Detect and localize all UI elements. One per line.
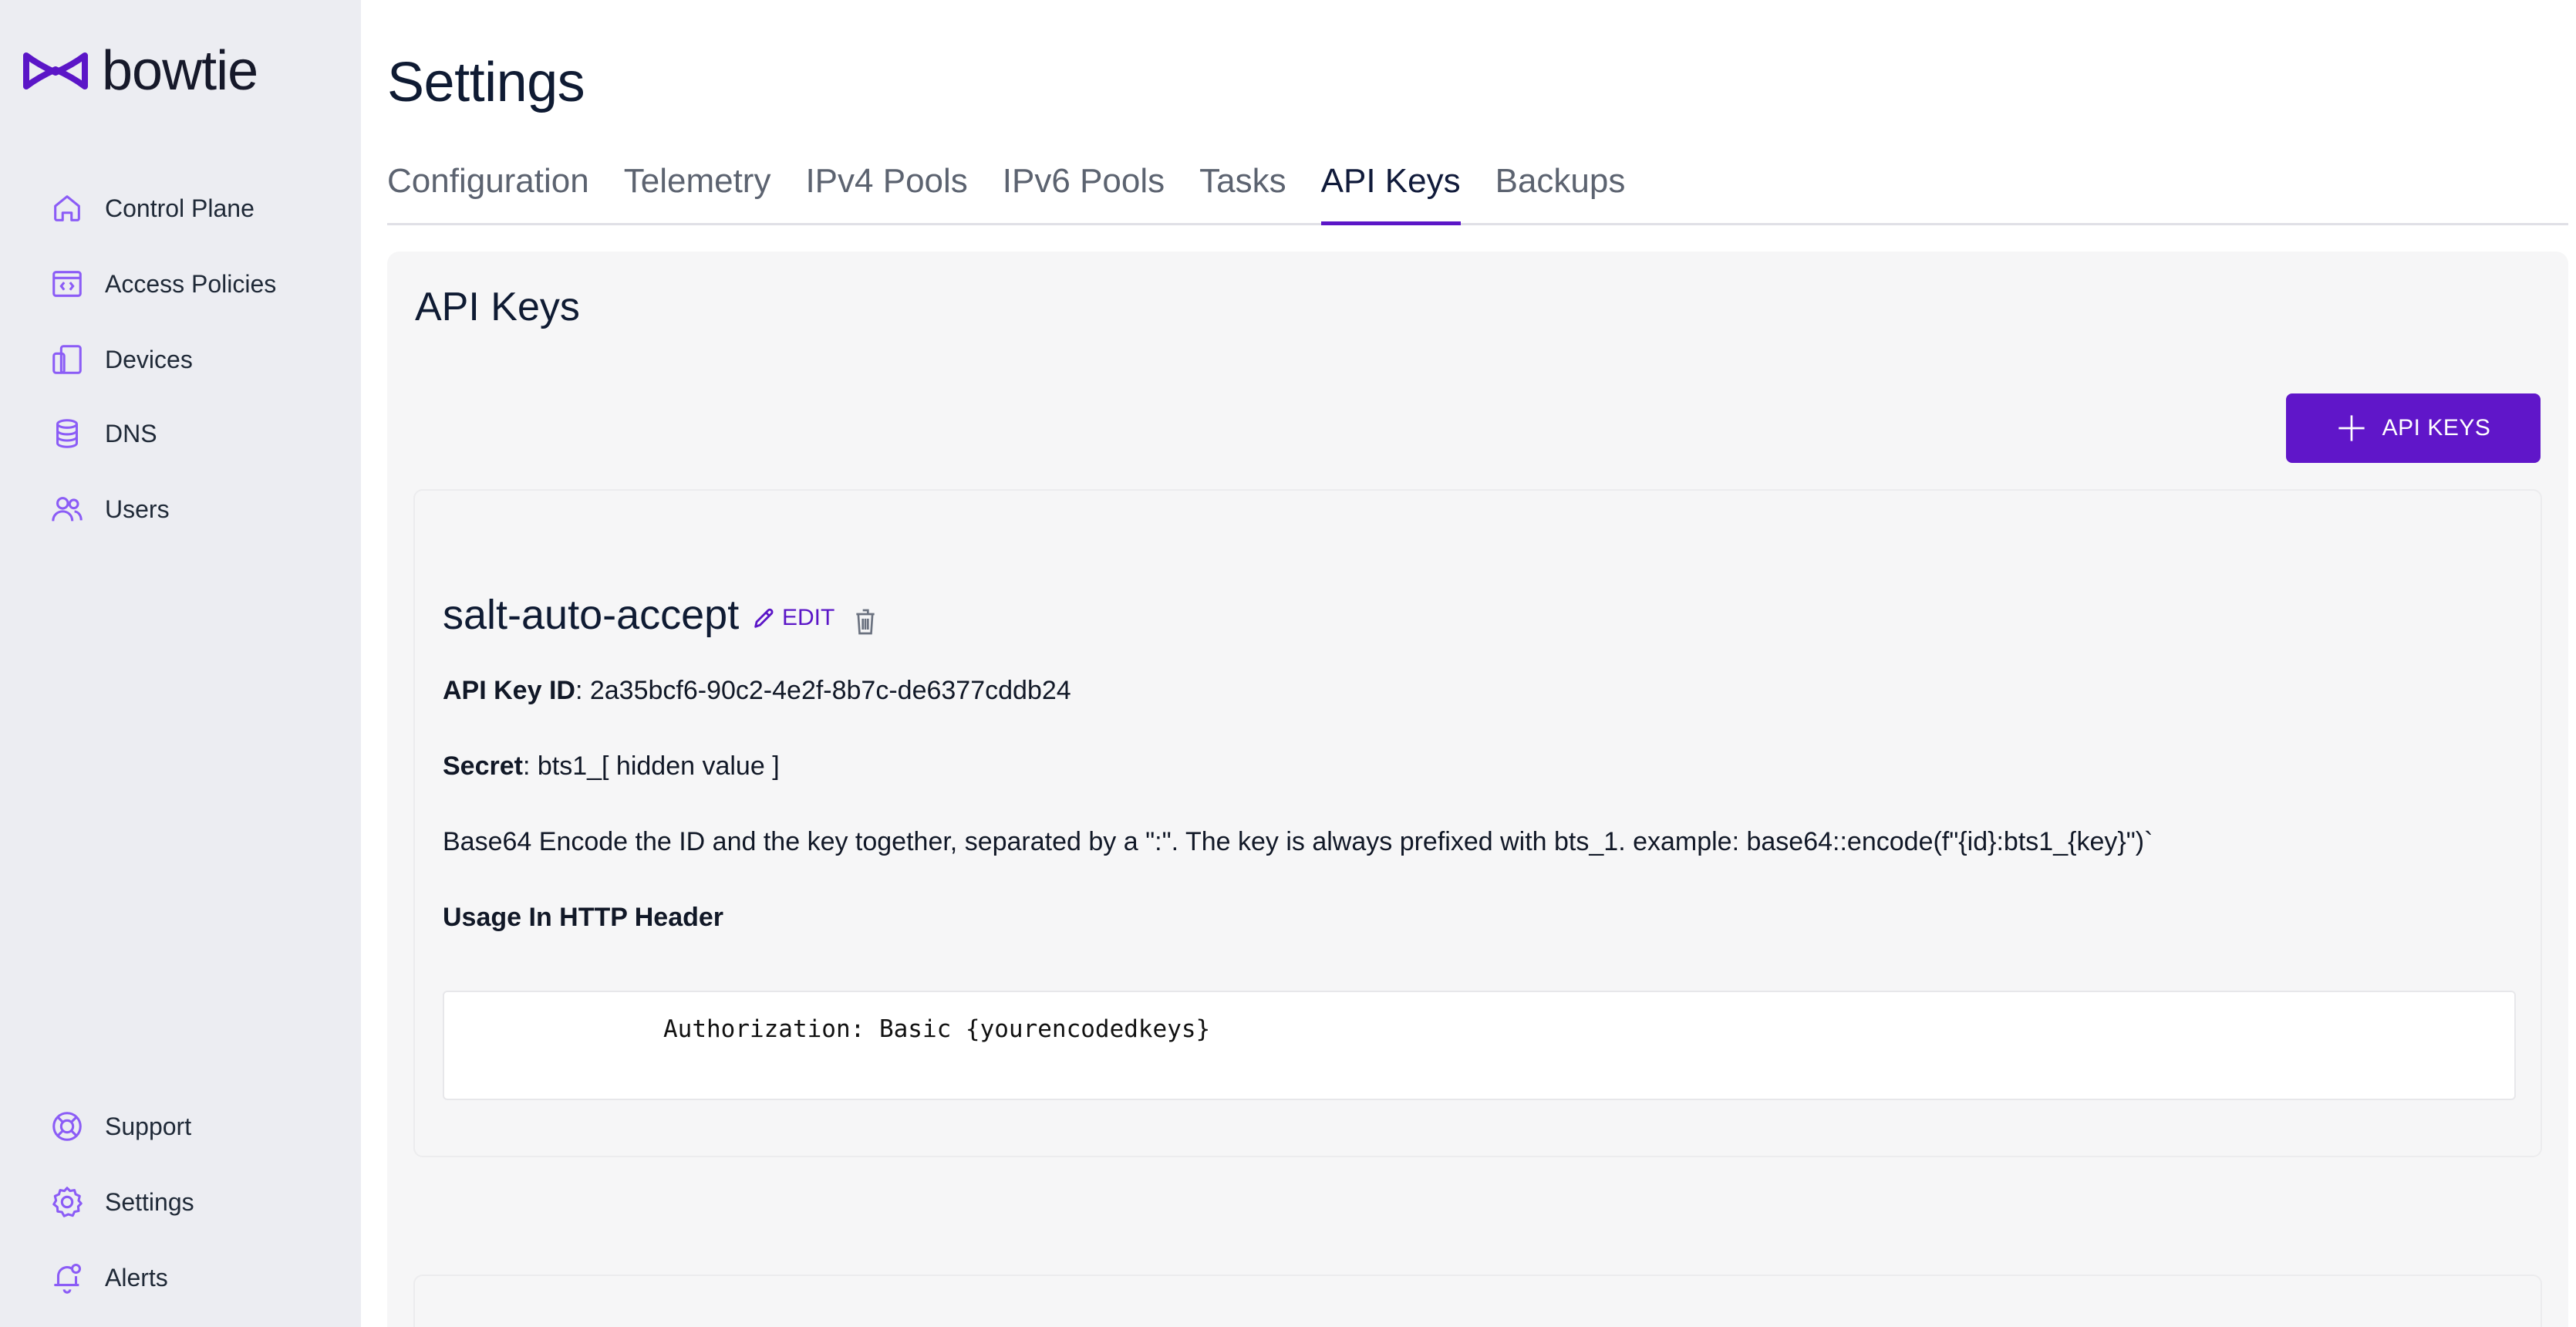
page-title: Settings	[387, 52, 585, 113]
sidebar-item-support[interactable]: Support	[48, 1103, 191, 1150]
gear-icon	[48, 1183, 86, 1221]
panel-title: API Keys	[415, 285, 580, 329]
sidebar-item-settings[interactable]: Settings	[48, 1179, 194, 1225]
tab-ipv6-pools[interactable]: IPv6 Pools	[1003, 162, 1165, 225]
sidebar-item-devices[interactable]: Devices	[48, 336, 193, 383]
app-window: bowtie Control Plane Access Policies Dev…	[0, 0, 2576, 1327]
devices-icon	[48, 340, 86, 379]
tab-tasks[interactable]: Tasks	[1199, 162, 1286, 225]
sidebar-item-label: Settings	[105, 1187, 194, 1216]
sidebar-item-alerts[interactable]: Alerts	[48, 1254, 168, 1301]
secret-row: Secret: bts1_[ hidden value ]	[443, 751, 780, 782]
encoding-description: Base64 Encode the ID and the key togethe…	[443, 827, 2153, 856]
api-key-name: salt-auto-accept	[443, 592, 740, 638]
edit-label: EDIT	[782, 605, 835, 630]
api-key-id-label: API Key ID	[443, 676, 575, 705]
sidebar-item-label: Devices	[105, 345, 193, 373]
lifebuoy-icon	[48, 1107, 86, 1146]
secret-label: Secret	[443, 751, 523, 781]
sidebar-item-access-policies[interactable]: Access Policies	[48, 261, 276, 307]
add-api-key-label: API KEYS	[2382, 415, 2491, 441]
plus-icon	[2338, 415, 2365, 441]
sidebar: bowtie Control Plane Access Policies Dev…	[0, 0, 361, 1327]
sidebar-item-label: Access Policies	[105, 269, 277, 298]
bowtie-logo-icon	[23, 52, 88, 89]
api-key-card-next	[413, 1275, 2542, 1327]
home-icon	[48, 189, 86, 228]
sidebar-item-users[interactable]: Users	[48, 486, 170, 532]
sidebar-item-label: Control Plane	[105, 194, 255, 222]
sidebar-item-label: Support	[105, 1112, 192, 1140]
api-keys-panel: API Keys API KEYS salt-auto-accept EDIT	[387, 252, 2568, 1327]
tab-configuration[interactable]: Configuration	[387, 162, 589, 225]
tab-ipv4-pools[interactable]: IPv4 Pools	[805, 162, 967, 225]
usage-code: Authorization: Basic {yourencodedkeys}	[663, 1015, 1211, 1043]
tab-backups[interactable]: Backups	[1495, 162, 1626, 225]
api-key-card: salt-auto-accept EDIT API Key ID: 2a35bc…	[413, 489, 2542, 1157]
brand-name: bowtie	[102, 40, 258, 102]
usage-code-block: Authorization: Basic {yourencodedkeys}	[443, 991, 2516, 1100]
api-key-id-value: : 2a35bcf6-90c2-4e2f-8b7c-de6377cddb24	[575, 676, 1071, 705]
main-content: Settings Configuration Telemetry IPv4 Po…	[361, 0, 2576, 1327]
code-window-icon	[48, 265, 86, 303]
pencil-icon	[754, 608, 774, 628]
tab-telemetry[interactable]: Telemetry	[624, 162, 771, 225]
bell-icon	[48, 1258, 86, 1297]
users-icon	[48, 490, 86, 528]
database-icon	[48, 414, 86, 453]
secret-value: : bts1_[ hidden value ]	[522, 751, 780, 781]
sidebar-item-control-plane[interactable]: Control Plane	[48, 185, 255, 231]
trash-icon[interactable]	[851, 606, 879, 637]
sidebar-item-dns[interactable]: DNS	[48, 410, 157, 457]
edit-button[interactable]: EDIT	[751, 605, 835, 631]
settings-tabs: Configuration Telemetry IPv4 Pools IPv6 …	[387, 162, 2568, 225]
sidebar-item-label: Users	[105, 495, 170, 523]
sidebar-item-label: DNS	[105, 419, 157, 447]
add-api-key-button[interactable]: API KEYS	[2286, 393, 2541, 463]
api-key-id-row: API Key ID: 2a35bcf6-90c2-4e2f-8b7c-de63…	[443, 676, 1071, 706]
usage-title: Usage In HTTP Header	[443, 903, 724, 932]
sidebar-item-label: Alerts	[105, 1263, 168, 1292]
brand-logo[interactable]: bowtie	[22, 43, 258, 99]
tab-api-keys[interactable]: API Keys	[1320, 162, 1461, 225]
